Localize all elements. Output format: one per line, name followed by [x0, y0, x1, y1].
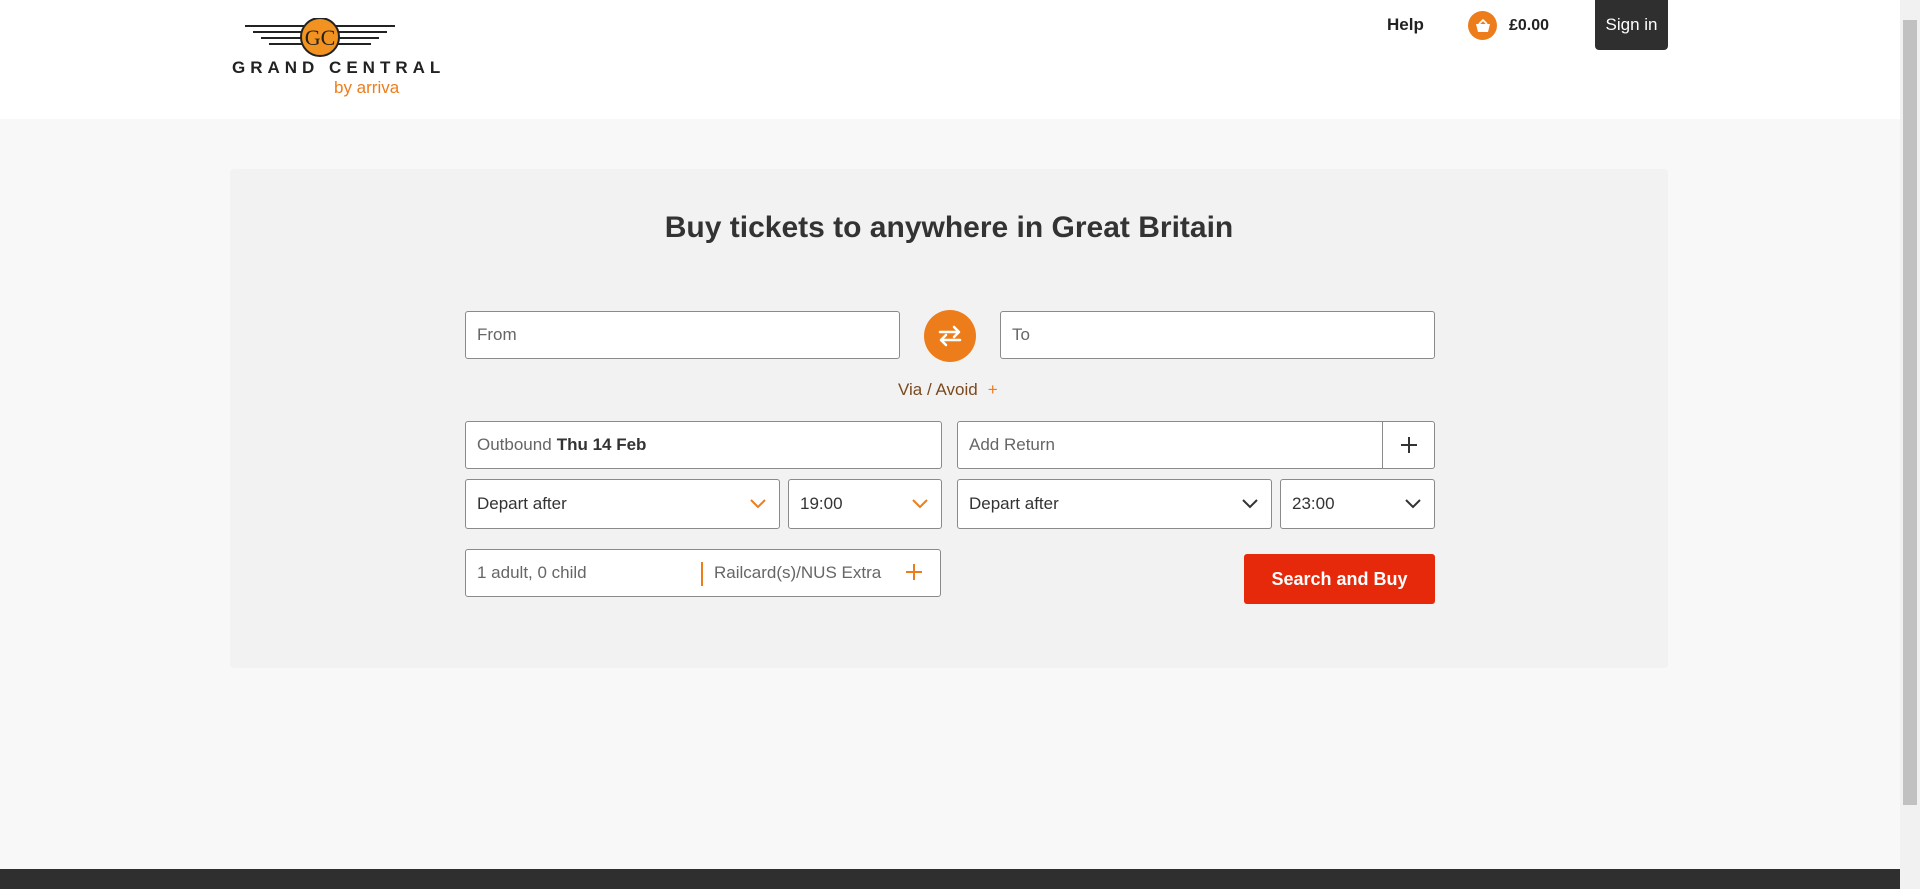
help-link[interactable]: Help: [1387, 15, 1424, 35]
outbound-depart-type-value: Depart after: [477, 494, 567, 513]
field-divider: [701, 562, 703, 586]
via-avoid-label: Via / Avoid: [898, 380, 978, 399]
swap-icon: [938, 325, 962, 347]
passenger-count[interactable]: 1 adult, 0 child: [477, 563, 587, 583]
basket-icon: [1468, 11, 1497, 40]
logo-emblem-icon: GC: [245, 18, 395, 57]
add-return-field[interactable]: Add Return: [957, 421, 1435, 469]
add-return-button[interactable]: [1382, 422, 1434, 468]
outbound-label: Outbound: [477, 435, 552, 454]
chevron-down-icon: [1242, 499, 1258, 509]
return-depart-type-value: Depart after: [969, 494, 1059, 513]
railcard-label[interactable]: Railcard(s)/NUS Extra: [714, 563, 881, 583]
return-depart-type-select[interactable]: Depart after: [957, 479, 1272, 529]
chevron-down-icon: [912, 499, 928, 509]
return-time-select[interactable]: 23:00: [1280, 479, 1435, 529]
swap-stations-button[interactable]: [924, 310, 976, 362]
search-and-buy-button[interactable]: Search and Buy: [1244, 554, 1435, 604]
outbound-time-select[interactable]: 19:00: [788, 479, 942, 529]
site-footer: [0, 869, 1900, 889]
chevron-down-icon: [750, 499, 766, 509]
from-placeholder: From: [477, 325, 517, 344]
logo-brand-text: GRAND CENTRAL: [232, 58, 446, 77]
from-station-input[interactable]: From: [465, 311, 900, 359]
basket-button[interactable]: £0.00: [1468, 11, 1549, 40]
signin-button[interactable]: Sign in: [1595, 0, 1668, 50]
passengers-railcard-field[interactable]: 1 adult, 0 child Railcard(s)/NUS Extra: [465, 549, 941, 597]
logo-sub-text: by arriva: [334, 78, 400, 97]
via-plus-icon: +: [987, 380, 998, 399]
outbound-depart-type-select[interactable]: Depart after: [465, 479, 780, 529]
basket-total: £0.00: [1509, 16, 1550, 34]
page-scrollbar[interactable]: [1900, 0, 1920, 889]
scrollbar-thumb[interactable]: [1903, 20, 1917, 805]
add-railcard-plus-icon[interactable]: [904, 562, 924, 582]
chevron-down-icon: [1405, 499, 1421, 509]
grand-central-logo[interactable]: GC GRAND CENTRAL by arriva: [230, 18, 440, 98]
outbound-date: Thu 14 Feb: [556, 435, 647, 454]
outbound-time-value: 19:00: [800, 494, 843, 513]
to-station-input[interactable]: To: [1000, 311, 1435, 359]
outbound-date-field[interactable]: Outbound Thu 14 Feb: [465, 421, 942, 469]
add-return-label: Add Return: [969, 435, 1055, 454]
to-placeholder: To: [1012, 325, 1030, 344]
via-avoid-toggle[interactable]: Via / Avoid +: [898, 380, 998, 400]
svg-text:GC: GC: [305, 25, 336, 50]
site-header: GC GRAND CENTRAL by arriva Help £0.00 Si…: [0, 0, 1900, 119]
plus-icon: [1400, 437, 1417, 453]
page-title: Buy tickets to anywhere in Great Britain: [664, 211, 1234, 244]
return-time-value: 23:00: [1292, 494, 1335, 513]
